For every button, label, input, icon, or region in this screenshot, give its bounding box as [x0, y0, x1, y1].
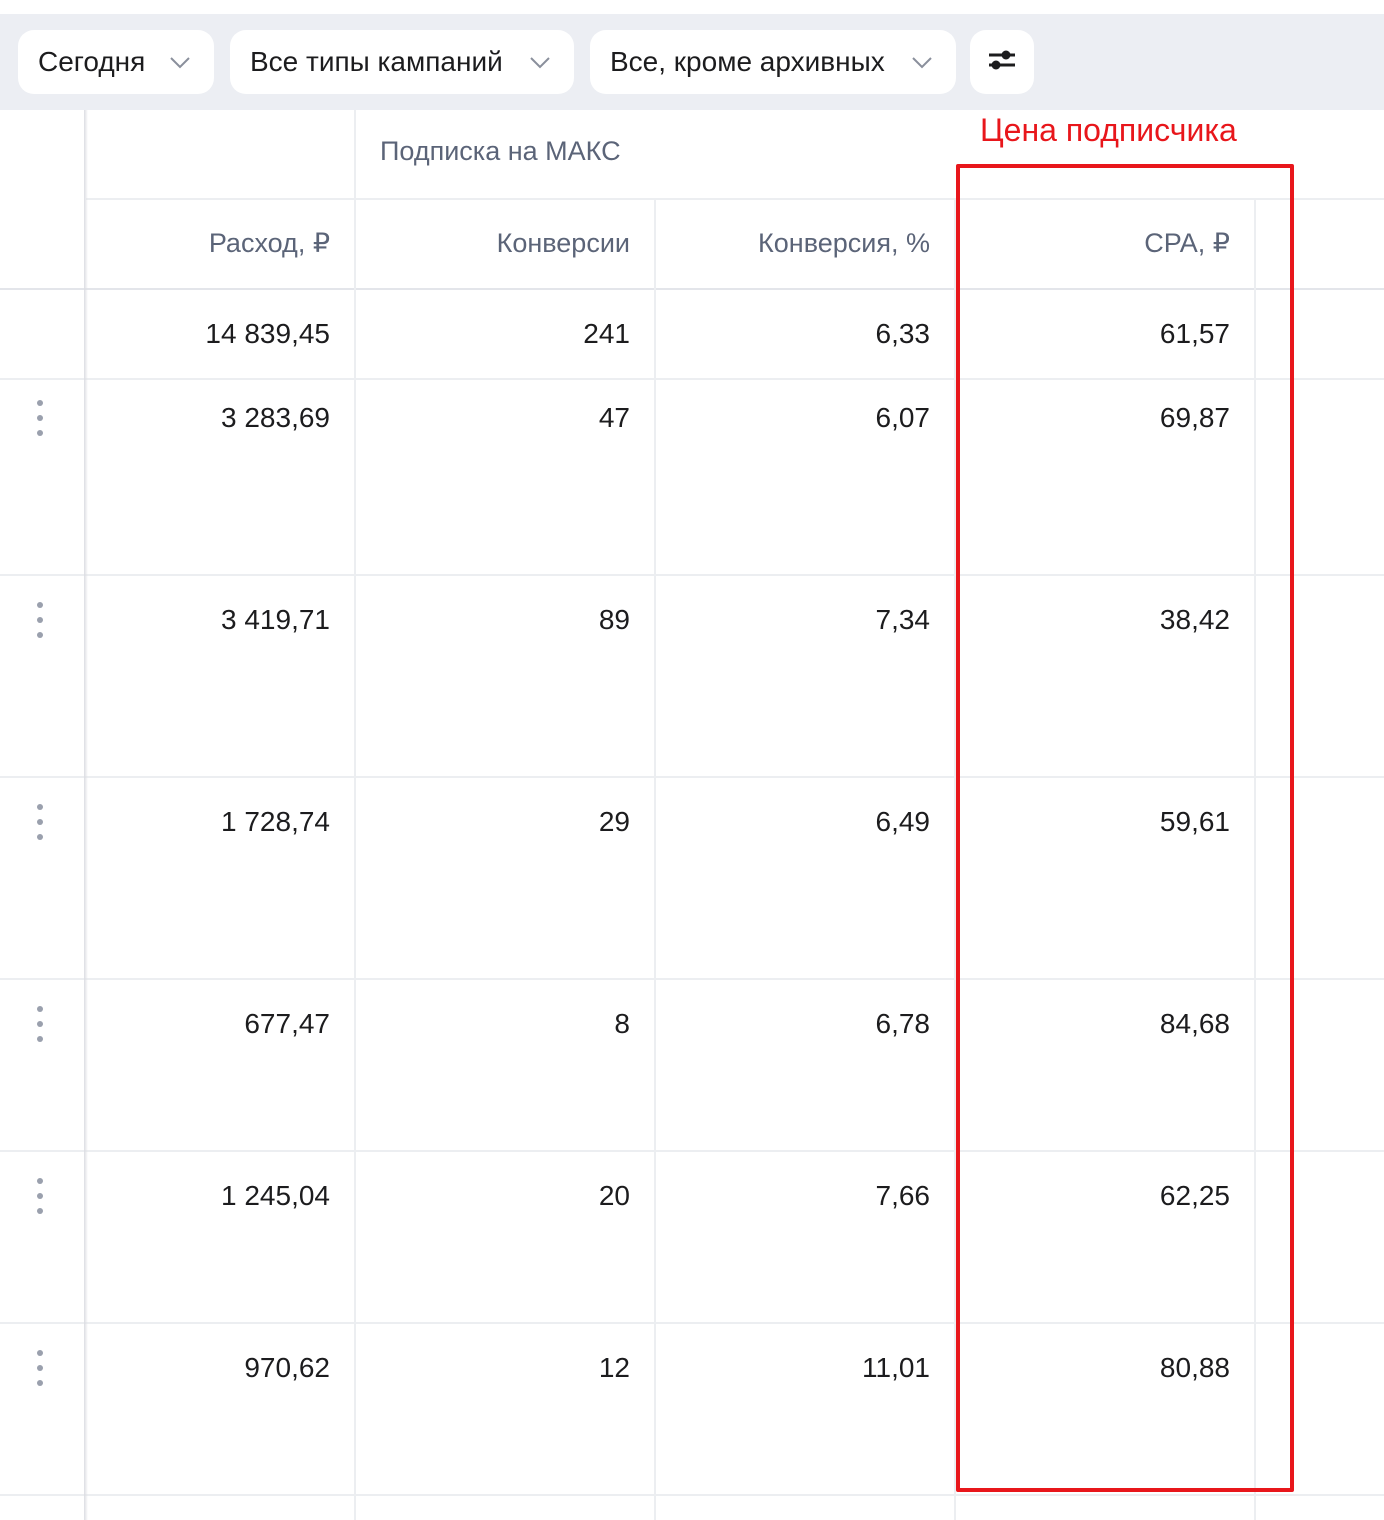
goal-group-header: Подписка на МАКС: [380, 136, 621, 166]
grid-line: [0, 978, 1384, 980]
cell-conversion-rate: 6,07: [875, 402, 931, 433]
cell-cpa: 84,68: [1159, 1008, 1230, 1039]
grid-line: [0, 776, 1384, 778]
cell-cpa: 69,87: [1159, 402, 1230, 433]
campaign-types-dropdown[interactable]: Все типы кампаний: [230, 30, 574, 94]
cell-spend: 1 245,04: [221, 1180, 330, 1211]
row-menu-icon[interactable]: [34, 1350, 46, 1386]
grid-line: [0, 288, 1384, 290]
chevron-down-icon: [910, 50, 934, 74]
sticky-column-shadow: [84, 110, 88, 1520]
grid-line: [0, 1322, 1384, 1324]
grid-line: [1254, 198, 1256, 1520]
cell-conversions: 29: [598, 806, 630, 837]
statistics-table: Подписка на МАКС Расход, ₽ Конверсии Кон…: [0, 110, 1384, 1520]
row-menu-icon[interactable]: [34, 1178, 46, 1214]
grid-line: [654, 198, 656, 1520]
cell-conversions: 20: [598, 1180, 630, 1211]
grid-line: [0, 574, 1384, 576]
row-menu-icon[interactable]: [34, 1006, 46, 1042]
cell-conversion-rate: 6,49: [875, 806, 931, 837]
chevron-down-icon: [168, 50, 192, 74]
grid-line: [0, 1494, 1384, 1496]
row-menu-icon[interactable]: [34, 400, 46, 436]
annotation-label: Цена подписчика: [980, 112, 1237, 148]
period-dropdown[interactable]: Сегодня: [18, 30, 214, 94]
grid-line: [354, 110, 356, 1520]
cell-conversion-rate: 6,78: [875, 1008, 931, 1039]
column-header-cpa[interactable]: CPA, ₽: [980, 228, 1230, 259]
sliders-icon: [987, 47, 1017, 78]
column-header-conversions[interactable]: Конверсии: [380, 228, 630, 259]
cell-spend: 677,47: [244, 1008, 330, 1039]
cell-cpa: 59,61: [1159, 806, 1230, 837]
grid-line: [0, 1150, 1384, 1152]
grid-line: [954, 198, 956, 1520]
table-settings-button[interactable]: [970, 30, 1034, 94]
row-menu-icon[interactable]: [34, 602, 46, 638]
cell-cpa: 80,88: [1159, 1352, 1230, 1383]
grid-line: [0, 378, 1384, 380]
total-cpa: 61,57: [1159, 318, 1230, 349]
grid-line: [86, 198, 1384, 200]
column-header-conversion-rate[interactable]: Конверсия, %: [680, 228, 930, 259]
cell-spend: 970,62: [244, 1352, 330, 1383]
status-filter-dropdown[interactable]: Все, кроме архивных: [590, 30, 956, 94]
cell-conversion-rate: 7,66: [875, 1180, 931, 1211]
total-conversions: 241: [583, 318, 630, 349]
cell-conversions: 12: [598, 1352, 630, 1383]
campaign-types-dropdown-label: Все типы кампаний: [250, 46, 503, 77]
column-header-spend[interactable]: Расход, ₽: [100, 228, 330, 259]
cell-conversion-rate: 7,34: [875, 604, 931, 635]
period-dropdown-label: Сегодня: [38, 46, 146, 77]
cell-spend: 1 728,74: [221, 806, 330, 837]
row-menu-icon[interactable]: [34, 804, 46, 840]
cell-conversion-rate: 11,01: [862, 1352, 930, 1383]
cell-spend: 3 283,69: [221, 402, 330, 433]
cell-conversions: 47: [598, 402, 630, 433]
cell-conversions: 89: [598, 604, 630, 635]
toolbar-top-strip: [0, 0, 1384, 14]
total-conversion-rate: 6,33: [875, 318, 931, 349]
cell-cpa: 62,25: [1159, 1180, 1230, 1211]
status-filter-dropdown-label: Все, кроме архивных: [610, 46, 885, 77]
cell-cpa: 38,42: [1159, 604, 1230, 635]
chevron-down-icon: [528, 50, 552, 74]
cell-spend: 3 419,71: [221, 604, 330, 635]
filter-toolbar: Сегодня Все типы кампаний Все, кроме арх…: [0, 0, 1384, 110]
total-spend: 14 839,45: [205, 318, 330, 349]
cell-conversions: 8: [614, 1008, 630, 1039]
